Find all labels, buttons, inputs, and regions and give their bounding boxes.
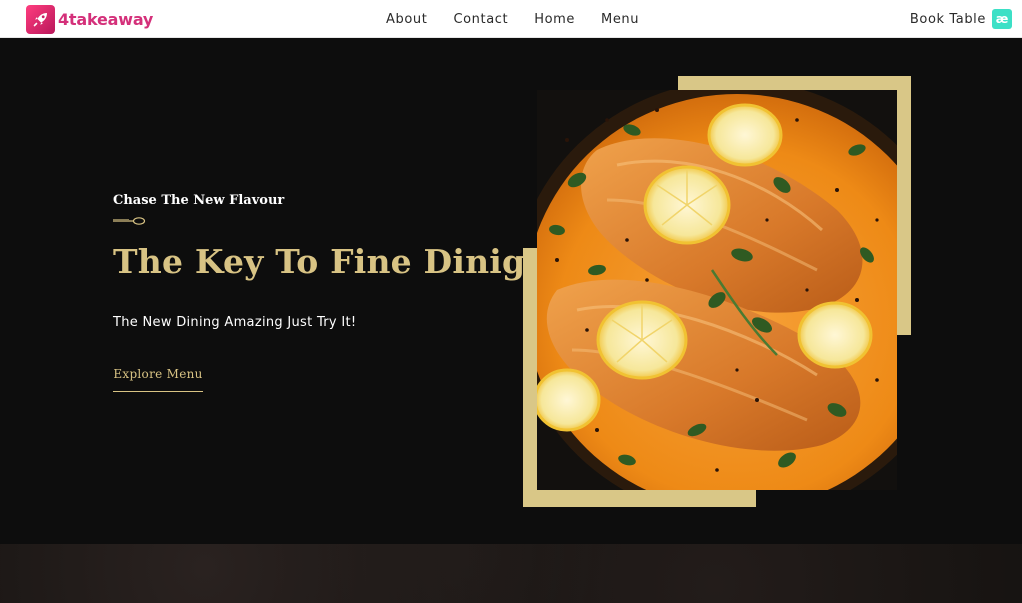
hero-kicker: Chase The New Flavour bbox=[113, 193, 285, 208]
ae-icon: æ bbox=[992, 9, 1012, 29]
hero-section: Chase The New Flavour The Key To Fine Di… bbox=[0, 38, 1022, 544]
book-table-button[interactable]: Book Table æ bbox=[910, 0, 1012, 38]
hero-subtitle: The New Dining Amazing Just Try It! bbox=[113, 315, 357, 330]
nav-home[interactable]: Home bbox=[534, 12, 575, 27]
explore-menu-label: Explore Menu bbox=[113, 367, 203, 381]
spoon-divider-icon bbox=[113, 217, 146, 225]
book-table-label: Book Table bbox=[909, 11, 986, 27]
nav-menu[interactable]: Menu bbox=[601, 12, 639, 27]
main-nav: About Contact Home Menu bbox=[386, 0, 639, 38]
salmon-dish-photo bbox=[537, 90, 897, 490]
explore-menu-button[interactable]: Explore Menu bbox=[113, 364, 203, 392]
brand-logo[interactable]: 4takeaway bbox=[26, 3, 153, 35]
hero-title: The Key To Fine Dinig bbox=[113, 242, 526, 281]
rocket-icon bbox=[26, 4, 55, 34]
brand-name: 4takeaway bbox=[58, 9, 154, 29]
nav-contact[interactable]: Contact bbox=[453, 12, 508, 27]
nav-about[interactable]: About bbox=[386, 12, 427, 27]
site-header: 4takeaway About Contact Home Menu Book T… bbox=[0, 0, 1022, 38]
next-section-strip bbox=[0, 544, 1022, 603]
